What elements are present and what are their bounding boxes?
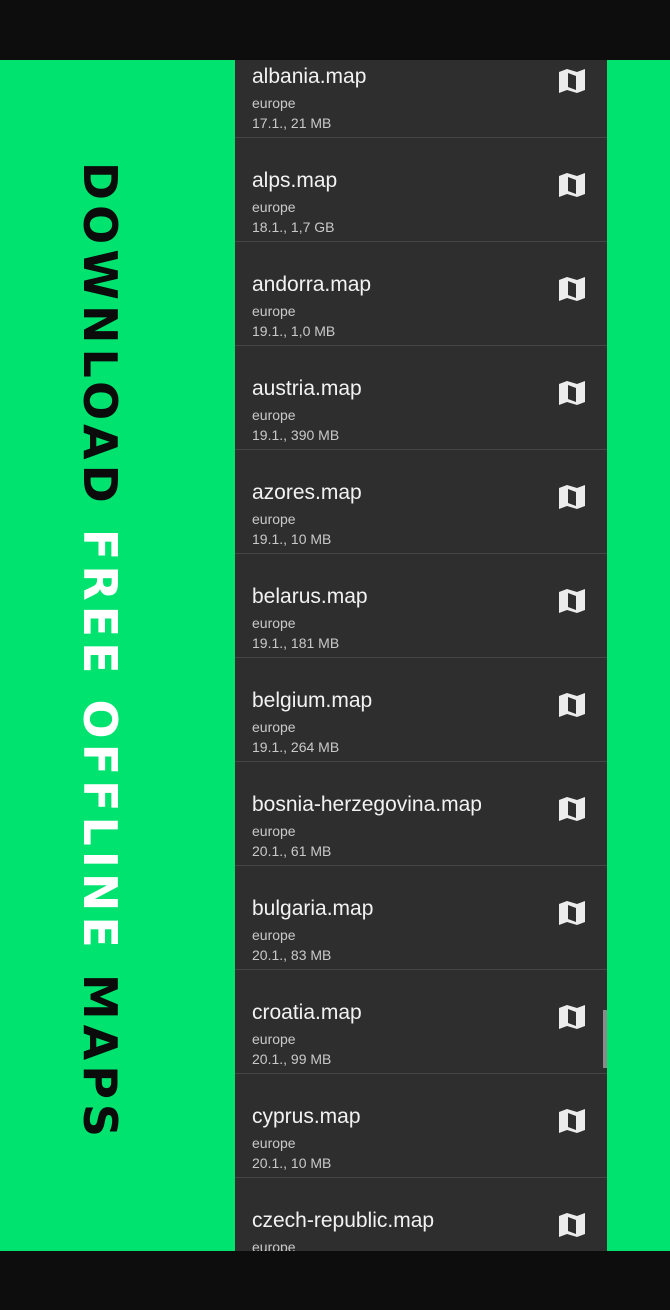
- map-list: albania.map europe 17.1., 21 MB alps.map…: [235, 60, 607, 1251]
- map-icon[interactable]: [557, 170, 587, 200]
- bottom-black-bar: [0, 1251, 670, 1310]
- map-name: bulgaria.map: [252, 897, 374, 920]
- map-icon[interactable]: [557, 690, 587, 720]
- map-name: andorra.map: [252, 273, 372, 296]
- headline-part-download: DOWNLOAD: [73, 161, 127, 508]
- map-name: austria.map: [252, 377, 362, 400]
- list-item[interactable]: czech-republic.map europe: [235, 1178, 607, 1251]
- map-region: europe: [252, 1135, 296, 1151]
- list-item[interactable]: cyprus.map europe 20.1., 10 MB: [235, 1074, 607, 1178]
- map-region: europe: [252, 615, 296, 631]
- list-item[interactable]: croatia.map europe 20.1., 99 MB: [235, 970, 607, 1074]
- map-date-size: 17.1., 21 MB: [252, 115, 332, 131]
- map-date-size: 19.1., 10 MB: [252, 531, 332, 547]
- map-region: europe: [252, 303, 296, 319]
- map-icon[interactable]: [557, 1002, 587, 1032]
- list-item[interactable]: bosnia-herzegovina.map europe 20.1., 61 …: [235, 762, 607, 866]
- map-date-size: 20.1., 61 MB: [252, 843, 332, 859]
- map-name: cyprus.map: [252, 1105, 361, 1128]
- list-item[interactable]: albania.map europe 17.1., 21 MB: [235, 60, 607, 138]
- map-date-size: 20.1., 99 MB: [252, 1051, 332, 1067]
- map-region: europe: [252, 199, 296, 215]
- map-date-size: 19.1., 181 MB: [252, 635, 340, 651]
- map-region: europe: [252, 927, 296, 943]
- map-name: alps.map: [252, 169, 338, 192]
- map-region: europe: [252, 511, 296, 527]
- map-date-size: 19.1., 1,0 MB: [252, 323, 336, 339]
- map-icon[interactable]: [557, 586, 587, 616]
- map-region: europe: [252, 1239, 296, 1251]
- map-name: czech-republic.map: [252, 1209, 435, 1232]
- map-icon[interactable]: [557, 898, 587, 928]
- map-region: europe: [252, 1031, 296, 1047]
- map-icon[interactable]: [557, 482, 587, 512]
- promo-headline: DOWNLOAD FREE OFFLINE MAPS: [73, 162, 127, 1142]
- map-date-size: 19.1., 264 MB: [252, 739, 340, 755]
- map-list-screen: albania.map europe 17.1., 21 MB alps.map…: [235, 60, 607, 1251]
- list-item[interactable]: azores.map europe 19.1., 10 MB: [235, 450, 607, 554]
- map-date-size: 20.1., 83 MB: [252, 947, 332, 963]
- map-name: belgium.map: [252, 689, 373, 712]
- map-icon[interactable]: [557, 794, 587, 824]
- map-region: europe: [252, 95, 296, 111]
- top-black-bar: [0, 0, 670, 60]
- headline-part-maps: MAPS: [73, 973, 127, 1143]
- map-name: bosnia-herzegovina.map: [252, 793, 482, 816]
- map-region: europe: [252, 719, 296, 735]
- map-name: azores.map: [252, 481, 362, 504]
- list-item[interactable]: andorra.map europe 19.1., 1,0 MB: [235, 242, 607, 346]
- map-date-size: 18.1., 1,7 GB: [252, 219, 335, 235]
- map-region: europe: [252, 407, 296, 423]
- list-item[interactable]: belgium.map europe 19.1., 264 MB: [235, 658, 607, 762]
- headline-part-free-offline: FREE OFFLINE: [73, 528, 127, 953]
- map-region: europe: [252, 823, 296, 839]
- list-item[interactable]: alps.map europe 18.1., 1,7 GB: [235, 138, 607, 242]
- map-date-size: 19.1., 390 MB: [252, 427, 340, 443]
- list-item[interactable]: austria.map europe 19.1., 390 MB: [235, 346, 607, 450]
- map-icon[interactable]: [557, 1106, 587, 1136]
- scrollbar[interactable]: [603, 1010, 607, 1068]
- map-date-size: 20.1., 10 MB: [252, 1155, 332, 1171]
- map-icon[interactable]: [557, 1210, 587, 1240]
- map-icon[interactable]: [557, 378, 587, 408]
- map-name: albania.map: [252, 65, 367, 88]
- map-icon[interactable]: [557, 66, 587, 96]
- map-name: belarus.map: [252, 585, 368, 608]
- map-name: croatia.map: [252, 1001, 362, 1024]
- list-item[interactable]: bulgaria.map europe 20.1., 83 MB: [235, 866, 607, 970]
- list-item[interactable]: belarus.map europe 19.1., 181 MB: [235, 554, 607, 658]
- map-icon[interactable]: [557, 274, 587, 304]
